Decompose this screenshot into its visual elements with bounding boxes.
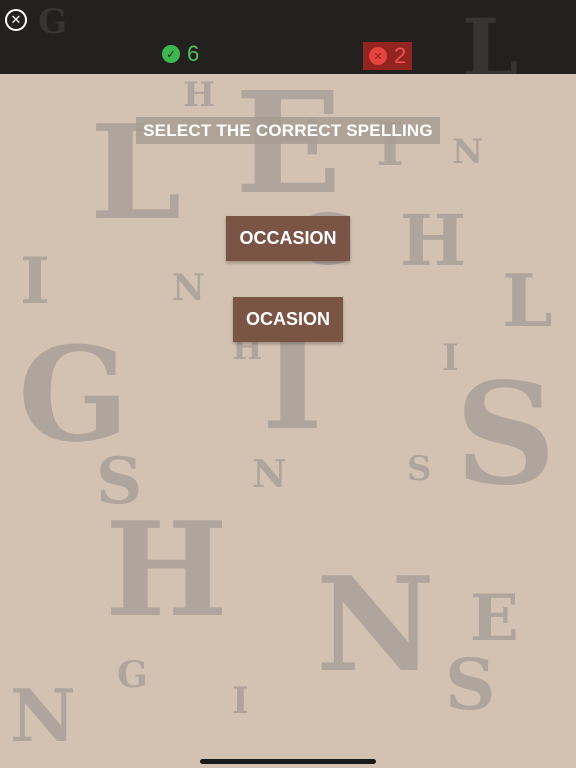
x-circle-icon: ✕	[369, 47, 387, 65]
correct-count: 6	[187, 41, 200, 66]
spelling-choice-button[interactable]: OCCASION	[226, 216, 350, 261]
bg-letter: N	[316, 548, 435, 701]
check-circle-icon: ✓	[162, 45, 180, 63]
bg-letter: G	[117, 654, 148, 696]
bg-letter: L	[502, 258, 553, 343]
bg-letter: S	[455, 353, 557, 517]
bg-letter: H	[183, 75, 216, 115]
bg-letter: E	[235, 62, 342, 226]
wrong-score: ✕ 2	[363, 42, 413, 70]
bg-letter: N	[252, 451, 287, 496]
wrong-count: 2	[394, 43, 407, 68]
bg-letter: N	[10, 673, 76, 758]
bg-letter: I	[232, 680, 249, 722]
bg-letter: G	[18, 318, 130, 471]
bg-letter: N	[172, 267, 205, 309]
home-indicator[interactable]	[200, 759, 376, 764]
spelling-choice-button[interactable]: OCASION	[233, 297, 343, 342]
top-bar: G L ✕ ✓ 6 ✕ 2	[0, 0, 576, 74]
instruction-label: SELECT THE CORRECT SPELLING	[136, 117, 440, 144]
bg-letter: S	[445, 643, 496, 726]
bg-letter: H	[400, 199, 467, 282]
bg-letter: E	[470, 581, 519, 656]
bg-letter: L	[462, 1, 519, 74]
bg-letter: H	[105, 493, 228, 646]
bg-letter: G	[38, 2, 68, 42]
correct-score: ✓ 6	[162, 43, 199, 65]
bg-letter: S	[407, 449, 432, 489]
close-icon[interactable]: ✕	[5, 9, 27, 31]
bg-letter: I	[20, 244, 50, 319]
bg-letter: N	[452, 132, 484, 172]
